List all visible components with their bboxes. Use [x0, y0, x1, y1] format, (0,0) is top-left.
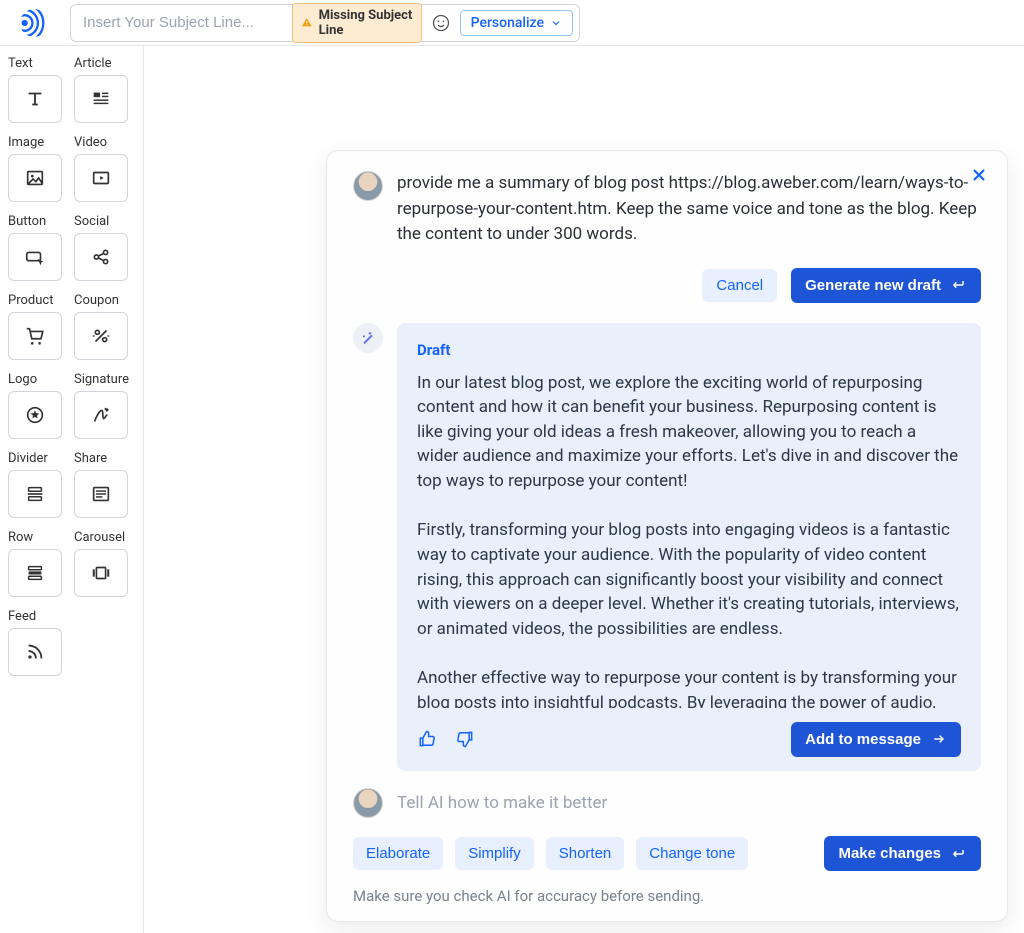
user-avatar [353, 171, 383, 201]
prompt-actions: Cancel Generate new draft [353, 268, 981, 303]
elements-sidebar: Text Article Image Video Button Social Product… [0, 46, 144, 933]
sidebar-item-label: Row [8, 530, 68, 545]
draft-body-text: In our latest blog post, we explore the … [417, 371, 961, 708]
ai-assistant-panel: provide me a summary of blog post https:… [326, 150, 1008, 922]
suggestion-chips-row: Elaborate Simplify Shorten Change tone M… [353, 836, 981, 871]
topbar: Missing Subject Line Personalize [0, 0, 1024, 46]
ai-icon-badge [353, 323, 383, 353]
cancel-button[interactable]: Cancel [702, 269, 777, 302]
close-button[interactable] [969, 165, 989, 189]
enter-icon [951, 277, 967, 293]
personalize-button[interactable]: Personalize [460, 10, 573, 36]
missing-subject-label: Missing Subject Line [319, 8, 413, 38]
feedback-thumbs [417, 729, 475, 749]
sidebar-item-feed[interactable]: Feed [8, 609, 68, 676]
draft-row: Draft In our latest blog post, we explor… [353, 323, 981, 771]
chip-change-tone[interactable]: Change tone [636, 837, 748, 870]
draft-title: Draft [417, 341, 961, 359]
arrow-right-icon [931, 731, 947, 747]
chip-elaborate[interactable]: Elaborate [353, 837, 443, 870]
warning-icon [301, 15, 313, 30]
make-changes-button[interactable]: Make changes [824, 836, 981, 871]
personalize-label: Personalize [471, 15, 544, 31]
sidebar-item-social[interactable]: Social [74, 214, 134, 281]
button-icon[interactable] [8, 233, 62, 281]
carousel-icon[interactable] [74, 549, 128, 597]
article-icon[interactable] [74, 75, 128, 123]
user-avatar [353, 788, 383, 818]
followup-row: Tell AI how to make it better [353, 788, 981, 818]
thumbs-down-button[interactable] [455, 729, 475, 749]
text-icon[interactable] [8, 75, 62, 123]
sidebar-item-label: Button [8, 214, 68, 229]
sidebar-item-button[interactable]: Button [8, 214, 68, 281]
sidebar-item-label: Feed [8, 609, 68, 624]
generate-new-draft-button[interactable]: Generate new draft [791, 268, 981, 303]
sidebar-item-label: Divider [8, 451, 68, 466]
smile-icon [431, 13, 451, 33]
sidebar-item-label: Signature [74, 372, 134, 387]
brand-logo[interactable] [8, 9, 60, 37]
sidebar-item-label: Coupon [74, 293, 134, 308]
add-to-message-button[interactable]: Add to message [791, 722, 961, 757]
emoji-button[interactable] [430, 9, 452, 37]
thumbs-up-icon [417, 729, 437, 749]
add-to-message-label: Add to message [805, 731, 921, 748]
user-prompt-row: provide me a summary of blog post https:… [353, 171, 981, 248]
sidebar-item-article[interactable]: Article [74, 56, 134, 123]
enter-icon [951, 846, 967, 862]
sidebar-item-label: Text [8, 56, 68, 71]
subject-line-container: Missing Subject Line Personalize [70, 4, 580, 42]
signature-icon[interactable] [74, 391, 128, 439]
image-icon[interactable] [8, 154, 62, 202]
sidebar-item-text[interactable]: Text [8, 56, 68, 123]
generate-label: Generate new draft [805, 277, 941, 294]
magic-wand-icon [360, 330, 376, 346]
draft-footer: Add to message [417, 722, 961, 757]
share-icon[interactable] [74, 470, 128, 518]
make-changes-label: Make changes [838, 845, 941, 862]
sidebar-item-label: Video [74, 135, 134, 150]
row-icon[interactable] [8, 549, 62, 597]
sidebar-item-label: Article [74, 56, 134, 71]
aweber-logo-icon [20, 9, 48, 37]
sidebar-item-logo[interactable]: Logo [8, 372, 68, 439]
sidebar-item-coupon[interactable]: Coupon [74, 293, 134, 360]
sidebar-item-divider[interactable]: Divider [8, 451, 68, 518]
sidebar-item-label: Logo [8, 372, 68, 387]
draft-card: Draft In our latest blog post, we explor… [397, 323, 981, 771]
chevron-down-icon [550, 17, 562, 29]
sidebar-item-signature[interactable]: Signature [74, 372, 134, 439]
subject-input[interactable] [81, 13, 284, 32]
sidebar-item-image[interactable]: Image [8, 135, 68, 202]
social-icon[interactable] [74, 233, 128, 281]
sidebar-item-label: Product [8, 293, 68, 308]
logo-icon[interactable] [8, 391, 62, 439]
sidebar-item-label: Social [74, 214, 134, 229]
video-icon[interactable] [74, 154, 128, 202]
sidebar-item-label: Image [8, 135, 68, 150]
sidebar-item-share[interactable]: Share [74, 451, 134, 518]
ai-disclaimer: Make sure you check AI for accuracy befo… [353, 887, 981, 905]
thumbs-down-icon [455, 729, 475, 749]
sidebar-item-label: Share [74, 451, 134, 466]
sidebar-item-video[interactable]: Video [74, 135, 134, 202]
feed-icon[interactable] [8, 628, 62, 676]
followup-input[interactable]: Tell AI how to make it better [397, 793, 607, 813]
product-icon[interactable] [8, 312, 62, 360]
sidebar-item-label: Carousel [74, 530, 134, 545]
close-icon [969, 165, 989, 185]
sidebar-item-product[interactable]: Product [8, 293, 68, 360]
sidebar-item-carousel[interactable]: Carousel [74, 530, 134, 597]
thumbs-up-button[interactable] [417, 729, 437, 749]
divider-icon[interactable] [8, 470, 62, 518]
coupon-icon[interactable] [74, 312, 128, 360]
sidebar-item-row[interactable]: Row [8, 530, 68, 597]
chip-shorten[interactable]: Shorten [546, 837, 625, 870]
user-prompt-text: provide me a summary of blog post https:… [397, 171, 981, 248]
missing-subject-badge: Missing Subject Line [292, 3, 422, 43]
chip-simplify[interactable]: Simplify [455, 837, 534, 870]
